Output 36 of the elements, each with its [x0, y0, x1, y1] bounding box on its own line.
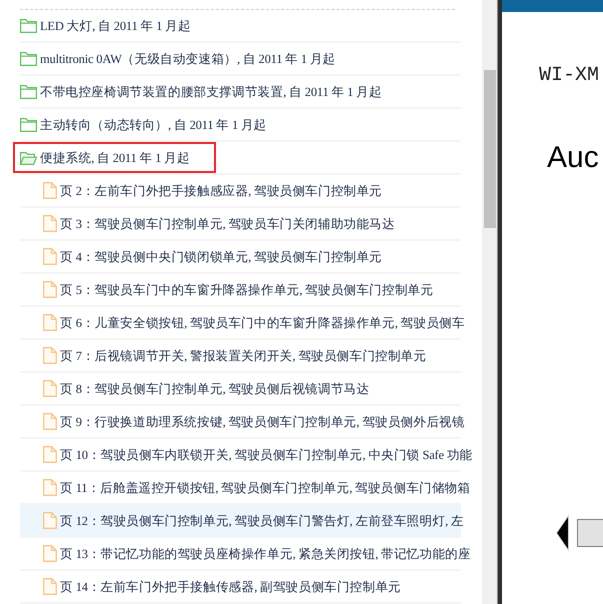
file-icon — [43, 182, 57, 199]
tree-item-label[interactable]: 便捷系统, 自 2011 年 1 月起 — [40, 148, 190, 166]
file-icon — [43, 281, 57, 298]
document-heading: WI-XM — [539, 64, 600, 88]
tree-item-label[interactable]: 页 13：带记忆功能的驾驶员座椅操作单元, 紧急关闭按钮, 带记忆功能的座 — [60, 544, 471, 562]
tree-item-label[interactable]: 页 5：驾驶员车门中的车窗升降器操作单元, 驾驶员侧车门控制单元 — [60, 280, 434, 298]
file-icon — [43, 347, 57, 364]
file-icon — [43, 215, 57, 232]
tree-item-label[interactable]: 页 11：后舱盖遥控开锁按钮, 驾驶员侧车门控制单元, 驾驶员侧车门储物箱 — [60, 478, 470, 496]
tree-item-label[interactable]: 页 4：驾驶员侧中央门锁闭锁单元, 驾驶员侧车门控制单元 — [60, 248, 382, 266]
left-arrow-icon[interactable] — [556, 515, 569, 551]
file-icon — [43, 578, 57, 595]
tree-item-label[interactable]: LED 大灯, 自 2011 年 1 月起 — [40, 16, 191, 34]
panel-handle[interactable] — [577, 519, 603, 547]
tree-item-label[interactable]: 页 14：左前车门外把手接触传感器, 副驾驶员侧车门控制单元 — [60, 578, 401, 596]
tree-item-label[interactable]: 页 2：左前车门外把手接触感应器, 驾驶员侧车门控制单元 — [60, 182, 382, 200]
file-icon — [43, 545, 57, 562]
tree-row[interactable]: 页 12：驾驶员侧车门控制单元, 驾驶员侧车门警告灯, 左前登车照明灯, 左 — [20, 505, 461, 538]
tree-item-label[interactable]: 页 3：驾驶员侧车门控制单元, 驾驶员车门关闭辅助功能马达 — [60, 214, 395, 232]
file-icon — [43, 248, 57, 265]
document-title: Auc — [547, 140, 599, 176]
tree-item-label[interactable]: 页 10：驾驶员侧车内联锁开关, 驾驶员侧车门控制单元, 中央门锁 Safe 功能 — [60, 446, 472, 464]
file-icon — [43, 512, 57, 529]
file-icon — [43, 446, 57, 463]
tree-item-label[interactable]: 页 8：驾驶员侧车门控制单元, 驾驶员侧后视镜调节马达 — [60, 380, 370, 398]
scrollbar-thumb[interactable] — [484, 70, 496, 228]
file-icon — [43, 314, 57, 331]
file-icon — [43, 380, 57, 397]
scrollbar-track[interactable] — [482, 0, 497, 604]
file-icon — [43, 413, 57, 430]
tree-item-label[interactable]: 页 12：驾驶员侧车门控制单元, 驾驶员侧车门警告灯, 左前登车照明灯, 左 — [60, 512, 464, 530]
tree-item-label[interactable]: 页 7：后视镜调节开关, 警报装置关闭开关, 驾驶员侧车门控制单元 — [60, 346, 426, 364]
tree-item-label[interactable]: multitronic 0AW（无级自动变速箱）, 自 2011 年 1 月起 — [40, 50, 336, 68]
tree-item-label[interactable]: 不带电控座椅调节装置的腰部支撑调节装置, 自 2011 年 1 月起 — [40, 82, 382, 100]
file-icon — [43, 479, 57, 496]
tree-item-label[interactable]: 主动转向（动态转向）, 自 2011 年 1 月起 — [40, 116, 267, 134]
